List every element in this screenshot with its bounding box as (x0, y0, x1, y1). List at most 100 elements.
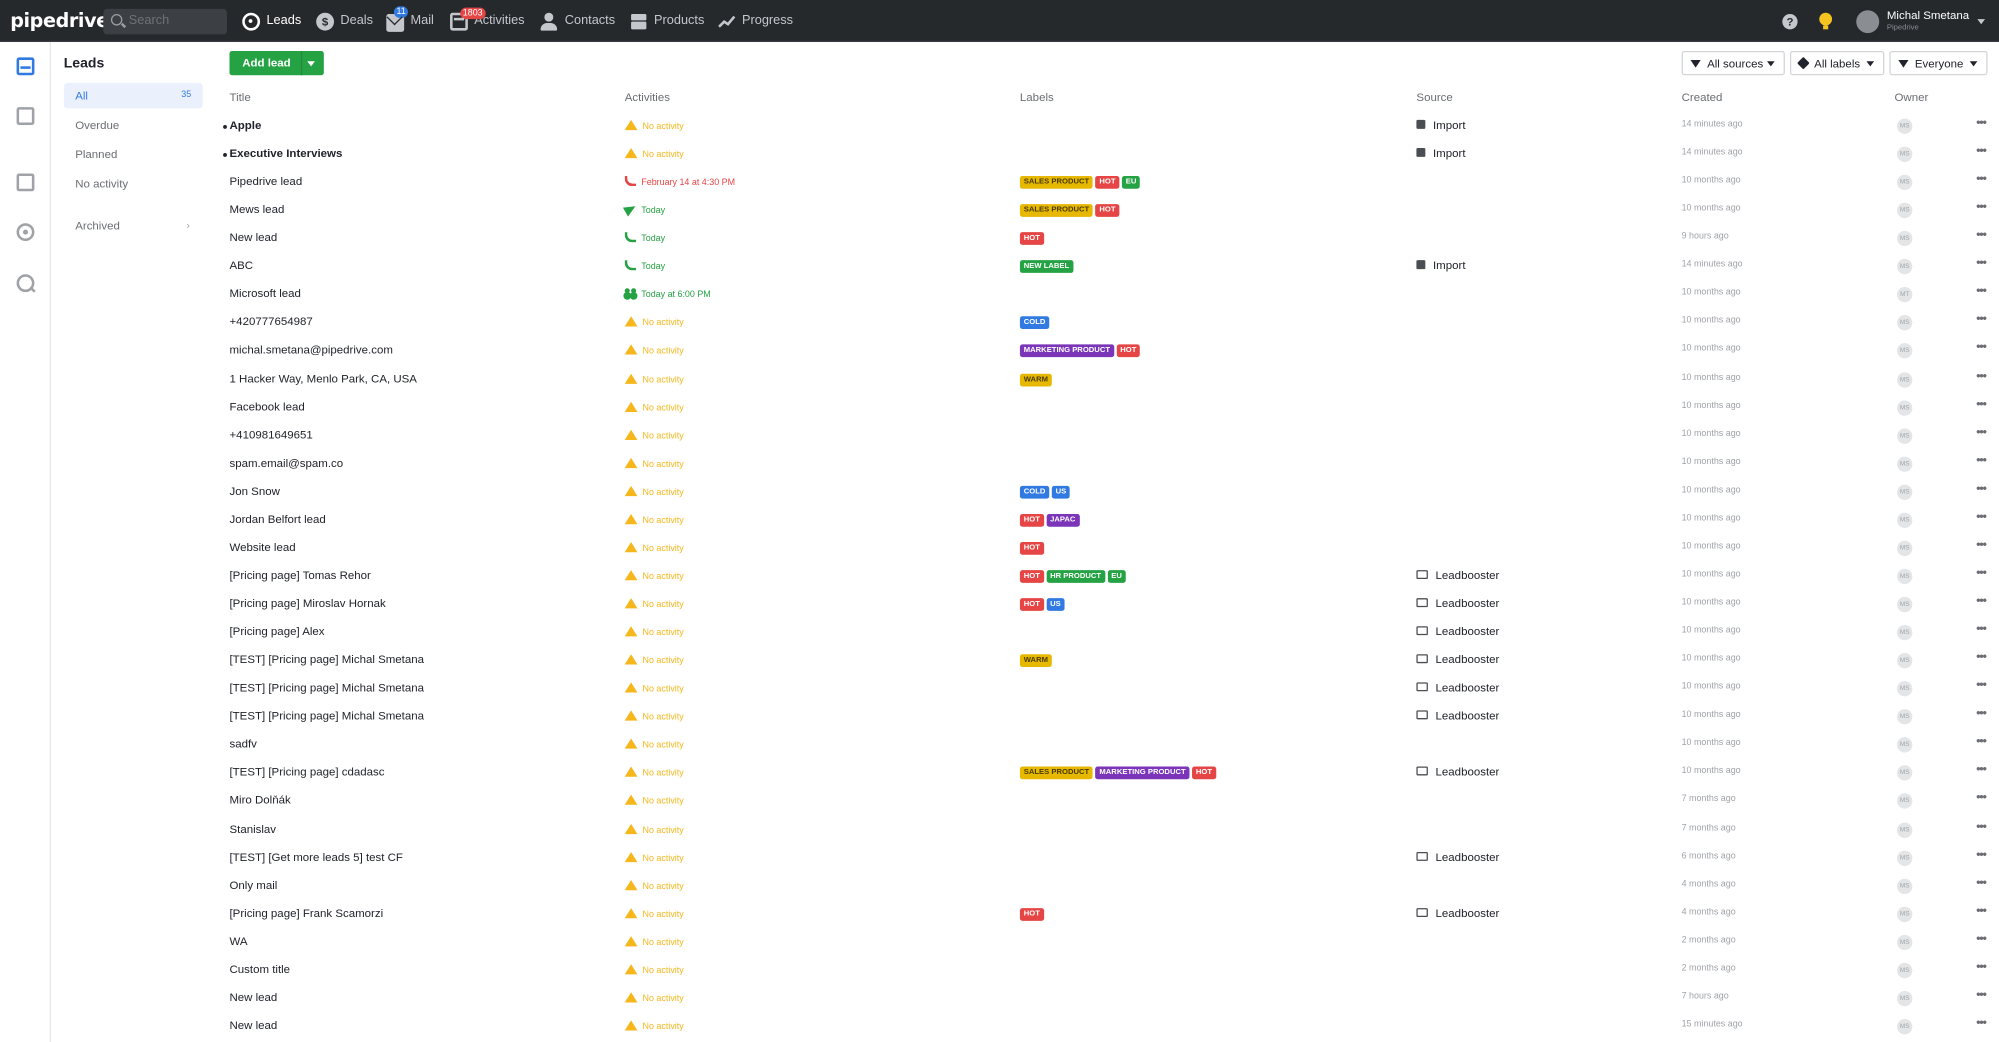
table-row[interactable]: sadfv No activity 10 months ago MS ••• (210, 731, 1999, 759)
more-actions-icon[interactable]: ••• (1976, 848, 1987, 862)
more-actions-icon[interactable]: ••• (1976, 229, 1987, 243)
lead-activity[interactable]: No activity (624, 1020, 684, 1032)
lead-activity[interactable]: Today (624, 232, 665, 244)
lead-title[interactable]: Executive Interviews (229, 147, 342, 160)
sidebar-item-planned[interactable]: Planned (64, 142, 203, 168)
table-row[interactable]: New lead No activity 7 hours ago MS ••• (210, 984, 1999, 1012)
table-row[interactable]: Mews lead Today SALES PRODUCT HOT 10 months … (210, 197, 1999, 225)
lead-activity[interactable]: February 14 at 4:30 PM (624, 176, 735, 188)
more-actions-icon[interactable]: ••• (1976, 932, 1987, 946)
global-search-input[interactable]: Search (103, 8, 227, 35)
owner-avatar[interactable]: MS (1897, 399, 1913, 416)
more-actions-icon[interactable]: ••• (1976, 1016, 1987, 1030)
owner-avatar[interactable]: MS (1897, 934, 1913, 950)
help-icon[interactable]: ? (1782, 14, 1798, 30)
lead-activity[interactable]: No activity (624, 795, 684, 807)
more-actions-icon[interactable]: ••• (1976, 257, 1987, 271)
chevron-down-icon[interactable] (307, 61, 315, 67)
more-actions-icon[interactable]: ••• (1976, 369, 1987, 383)
table-row[interactable]: [Pricing page] Tomas Rehor No activity HOT… (210, 562, 1999, 590)
more-actions-icon[interactable]: ••• (1976, 904, 1987, 918)
filter-owner[interactable]: Everyone (1889, 51, 1988, 76)
filter-labels[interactable]: All labels (1789, 51, 1885, 76)
table-row[interactable]: Microsoft lead Today at 6:00 PM 10 months … (210, 281, 1999, 309)
lead-title[interactable]: New lead (229, 1019, 277, 1032)
lead-activity[interactable]: No activity (624, 738, 684, 750)
lead-activity[interactable]: No activity (624, 373, 684, 385)
table-row[interactable]: WA No activity 2 months ago MS ••• (210, 928, 1999, 956)
lead-activity[interactable]: No activity (624, 766, 684, 778)
owner-avatar[interactable]: MS (1897, 512, 1913, 528)
table-row[interactable]: [TEST] [Pricing page] Michal Smetana No a… (210, 675, 1999, 703)
lead-title[interactable]: New lead (229, 231, 277, 244)
lightbulb-icon[interactable] (1819, 12, 1833, 30)
column-header-source[interactable]: Source (1416, 91, 1452, 104)
owner-avatar[interactable]: MS (1897, 821, 1913, 838)
table-row[interactable]: ABC Today NEW LABEL Import 14 minutes ago MS •… (210, 253, 1999, 281)
lead-activity[interactable]: No activity (624, 344, 684, 356)
table-row[interactable]: [Pricing page] Miroslav Hornak No activit… (210, 591, 1999, 619)
user-name[interactable]: Michal Smetana (1887, 9, 1969, 22)
lead-activity[interactable]: No activity (624, 401, 684, 413)
table-row[interactable]: [TEST] [Pricing page] Michal Smetana No a… (210, 703, 1999, 731)
lead-activity[interactable]: No activity (624, 626, 684, 638)
more-actions-icon[interactable]: ••• (1976, 116, 1987, 130)
lead-title[interactable]: [Pricing page] Alex (229, 625, 324, 638)
sidebar-item-archived[interactable]: Archived › (64, 213, 203, 239)
lead-title[interactable]: Microsoft lead (229, 287, 300, 300)
owner-avatar[interactable]: MS (1897, 343, 1913, 359)
lead-activity[interactable]: Today at 6:00 PM (624, 288, 711, 300)
more-actions-icon[interactable]: ••• (1976, 960, 1987, 974)
more-actions-icon[interactable]: ••• (1976, 988, 1987, 1002)
table-row[interactable]: spam.email@spam.co No activity 10 months a… (210, 450, 1999, 478)
table-row[interactable]: Stanislav No activity 7 months ago MS ••• (210, 816, 1999, 844)
more-actions-icon[interactable]: ••• (1976, 622, 1987, 636)
owner-avatar[interactable]: MS (1897, 653, 1913, 669)
lead-title[interactable]: Website lead (229, 541, 295, 554)
lead-activity[interactable]: No activity (624, 963, 684, 975)
more-actions-icon[interactable]: ••• (1976, 426, 1987, 440)
lead-activity[interactable]: No activity (624, 119, 684, 131)
table-row[interactable]: michal.smetana@pipedrive.com No activity M… (210, 337, 1999, 365)
nav-deals[interactable]: $ Deals (316, 0, 373, 42)
more-actions-icon[interactable]: ••• (1976, 285, 1987, 299)
column-header-title[interactable]: Title (229, 91, 250, 104)
owner-avatar[interactable]: MS (1897, 118, 1913, 134)
lead-activity[interactable]: No activity (624, 457, 684, 469)
lead-activity[interactable]: Today (624, 260, 665, 272)
table-row[interactable]: +410981649651 No activity 10 months ago MS •… (210, 422, 1999, 450)
more-actions-icon[interactable]: ••• (1976, 876, 1987, 890)
table-row[interactable]: New lead Today HOT 9 hours ago MS ••• (210, 225, 1999, 253)
table-row[interactable]: 1 Hacker Way, Menlo Park, CA, USA No acti… (210, 365, 1999, 393)
more-actions-icon[interactable]: ••• (1976, 341, 1987, 355)
lead-title[interactable]: ABC (229, 259, 253, 272)
owner-avatar[interactable]: MS (1897, 484, 1913, 500)
column-header-owner[interactable]: Owner (1895, 91, 1929, 104)
lead-title[interactable]: [TEST] [Pricing page] Michal Smetana (229, 709, 424, 722)
lead-title[interactable]: +420777654987 (229, 316, 312, 329)
more-actions-icon[interactable]: ••• (1976, 594, 1987, 608)
more-actions-icon[interactable]: ••• (1976, 454, 1987, 468)
lead-activity[interactable]: No activity (624, 654, 684, 666)
more-actions-icon[interactable]: ••• (1976, 735, 1987, 749)
owner-avatar[interactable]: MS (1897, 1018, 1913, 1035)
lead-title[interactable]: WA (229, 935, 247, 948)
table-row[interactable]: Website lead No activity HOT 10 months ago M… (210, 534, 1999, 562)
owner-avatar[interactable]: MS (1897, 315, 1913, 331)
owner-avatar[interactable]: MS (1897, 146, 1913, 163)
filter-sources[interactable]: All sources (1681, 51, 1785, 76)
lead-title[interactable]: 1 Hacker Way, Menlo Park, CA, USA (229, 372, 416, 385)
lead-title[interactable]: Mews lead (229, 203, 284, 216)
lead-activity[interactable]: No activity (624, 429, 684, 441)
prospector-icon[interactable] (16, 223, 35, 242)
search-icon[interactable] (16, 274, 35, 293)
table-row[interactable]: Apple No activity Import 14 minutes ago MS ••… (210, 112, 1999, 140)
user-avatar[interactable] (1856, 10, 1880, 34)
lead-title[interactable]: +410981649651 (229, 428, 312, 441)
column-header-labels[interactable]: Labels (1020, 91, 1054, 104)
lead-title[interactable]: [TEST] [Pricing page] Michal Smetana (229, 681, 424, 694)
layers-icon[interactable] (16, 107, 35, 125)
owner-avatar[interactable]: MS (1897, 878, 1913, 894)
more-actions-icon[interactable]: ••• (1976, 144, 1987, 158)
table-row[interactable]: New lead No activity 15 minutes ago MS ••• (210, 1013, 1999, 1041)
